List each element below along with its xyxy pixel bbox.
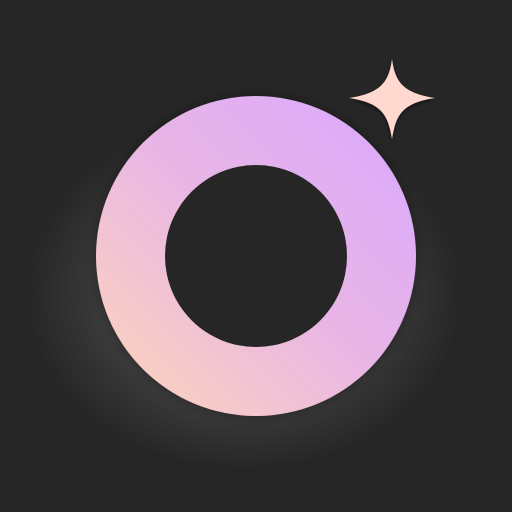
ring-hole [165, 165, 347, 347]
ring-icon [96, 96, 416, 416]
app-icon-artwork [0, 0, 512, 512]
app-icon [0, 0, 512, 512]
